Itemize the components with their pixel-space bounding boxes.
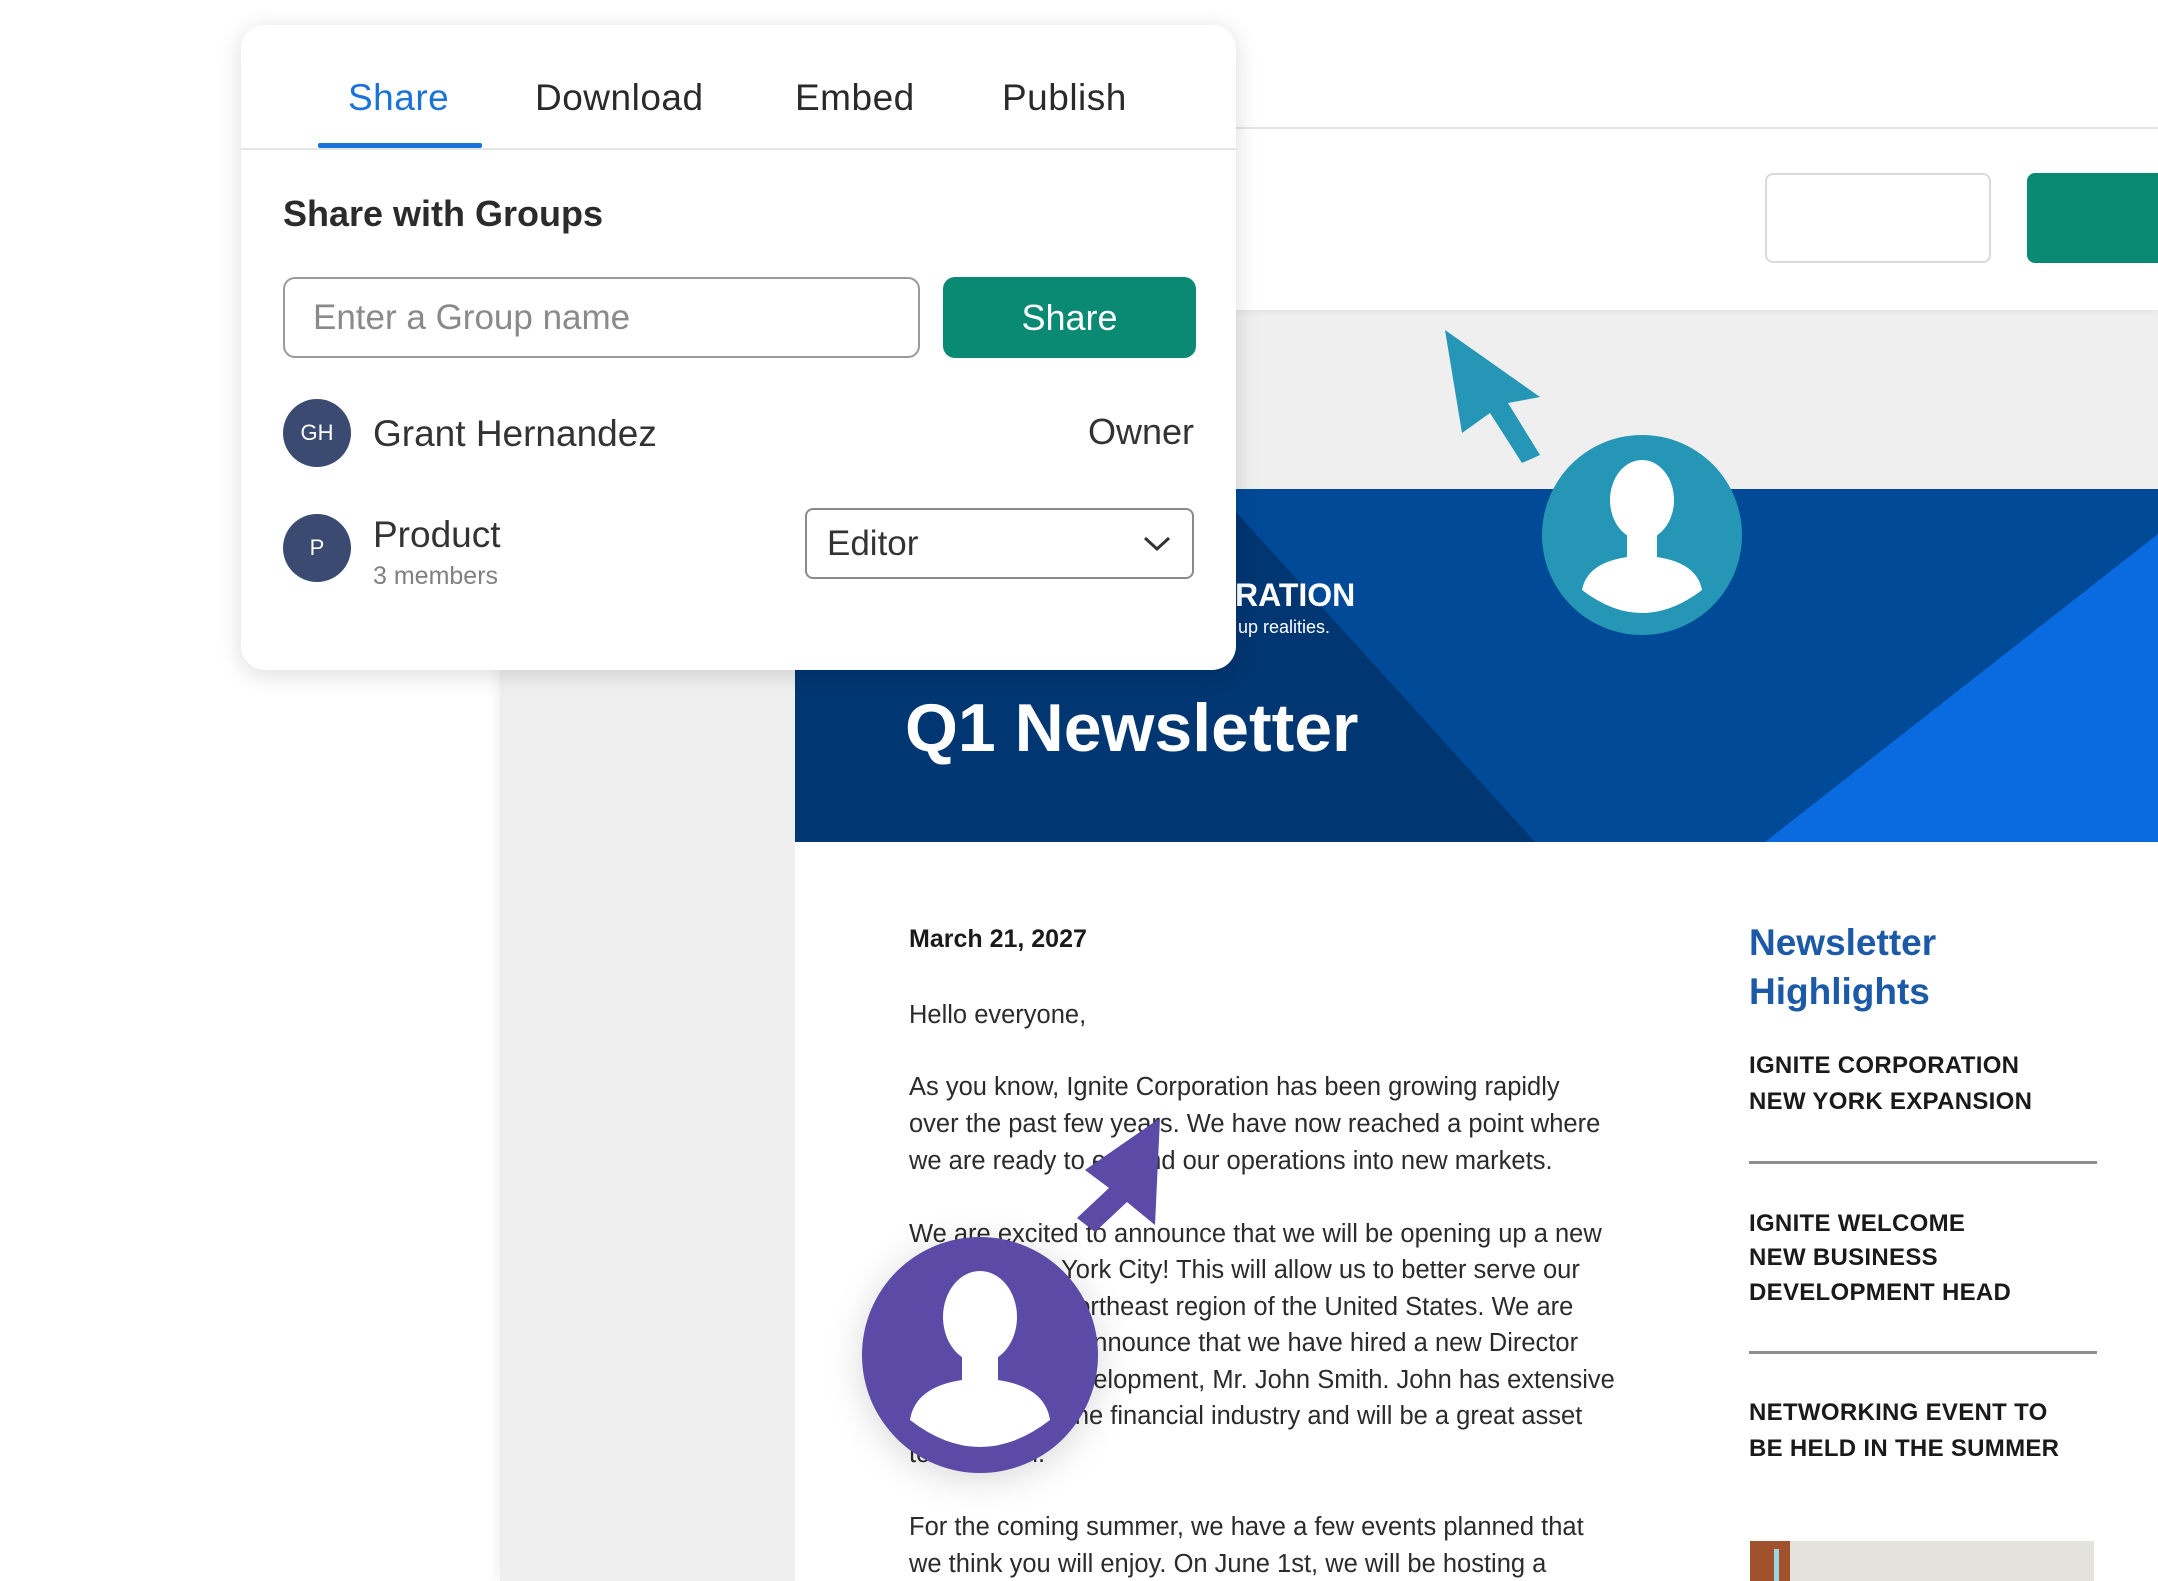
- highlight-image: [1750, 1541, 2094, 1581]
- avatar: GH: [283, 399, 351, 467]
- text-line: we think you will enjoy. On June 1st, we…: [909, 1550, 1547, 1578]
- highlight-line: IGNITE WELCOME: [1749, 1210, 1966, 1237]
- chevron-down-icon: [1143, 536, 1171, 551]
- tab-download[interactable]: Download: [535, 77, 704, 119]
- primary-button[interactable]: [2027, 173, 2158, 263]
- highlight-line: BE HELD IN THE SUMMER: [1749, 1435, 2060, 1462]
- greeting: Hello everyone,: [909, 1001, 1087, 1029]
- highlight-divider: [1749, 1161, 2097, 1164]
- user-avatar-icon: [862, 1237, 1098, 1473]
- secondary-button[interactable]: [1765, 173, 1991, 263]
- highlights-title-2: Highlights: [1749, 971, 1930, 1012]
- cursor-arrow-icon: [1077, 1118, 1160, 1232]
- member-count: 3 members: [373, 562, 499, 590]
- company-tagline: up realities.: [1238, 617, 1331, 637]
- tab-share[interactable]: Share: [348, 77, 449, 119]
- highlights-title-1: Newsletter: [1749, 922, 1937, 963]
- highlight-line: NETWORKING EVENT TO: [1749, 1399, 2048, 1426]
- member-name: Grant Hernandez: [373, 413, 657, 454]
- role-select-value: Editor: [827, 523, 919, 563]
- newsletter-title: Q1 Newsletter: [905, 690, 1359, 766]
- company-name: RATION: [1235, 577, 1356, 613]
- newsletter-date: March 21, 2027: [909, 925, 1087, 953]
- highlight-line: NEW BUSINESS: [1749, 1244, 1938, 1271]
- tab-embed[interactable]: Embed: [795, 77, 915, 119]
- text-line: For the coming summer, we have a few eve…: [909, 1513, 1584, 1541]
- section-title: Share with Groups: [283, 193, 604, 234]
- highlight-line: IGNITE CORPORATION: [1749, 1052, 2020, 1079]
- role-select[interactable]: Editor: [805, 508, 1194, 579]
- text-line: As you know, Ignite Corporation has been…: [909, 1073, 1560, 1101]
- text-line: we are ready to expand our operations in…: [909, 1147, 1553, 1175]
- tab-divider: [241, 148, 1236, 150]
- avatar: P: [283, 514, 351, 582]
- active-tab-indicator: [318, 143, 482, 148]
- share-panel: Share Download Embed Publish Share with …: [241, 25, 1236, 670]
- tab-publish[interactable]: Publish: [1002, 77, 1127, 119]
- member-name: Product: [373, 514, 501, 555]
- highlight-divider: [1749, 1351, 2097, 1354]
- share-button[interactable]: Share: [943, 277, 1196, 358]
- group-name-input[interactable]: [283, 277, 920, 358]
- member-role: Owner: [1087, 411, 1194, 452]
- cursor-arrow-icon: [1445, 330, 1540, 463]
- highlight-line: NEW YORK EXPANSION: [1749, 1088, 2033, 1115]
- user-avatar-icon: [1542, 435, 1742, 635]
- highlight-line: DEVELOPMENT HEAD: [1749, 1279, 2012, 1306]
- text-line: over the past few years. We have now rea…: [909, 1110, 1601, 1138]
- app-header: [1236, 127, 2158, 310]
